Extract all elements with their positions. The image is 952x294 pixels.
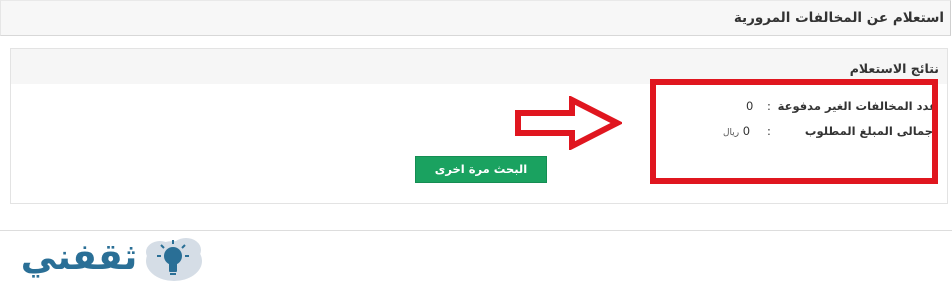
page-title: استعلام عن المخالفات المرورية — [733, 10, 944, 26]
arrow-right-icon — [515, 96, 622, 150]
page: استعلام عن المخالفات المرورية نتائج الاس… — [0, 0, 952, 294]
annotation-highlight-frame — [650, 79, 938, 184]
footer-divider — [0, 230, 952, 231]
lightbulb-icon — [146, 238, 202, 281]
search-again-button[interactable]: البحث مرة اخرى — [415, 156, 547, 183]
results-title: نتائج الاستعلام — [849, 61, 939, 76]
logo-text: ثقفني — [20, 237, 138, 278]
page-header: استعلام عن المخالفات المرورية — [0, 0, 951, 36]
site-logo: ثقفني — [12, 232, 212, 288]
